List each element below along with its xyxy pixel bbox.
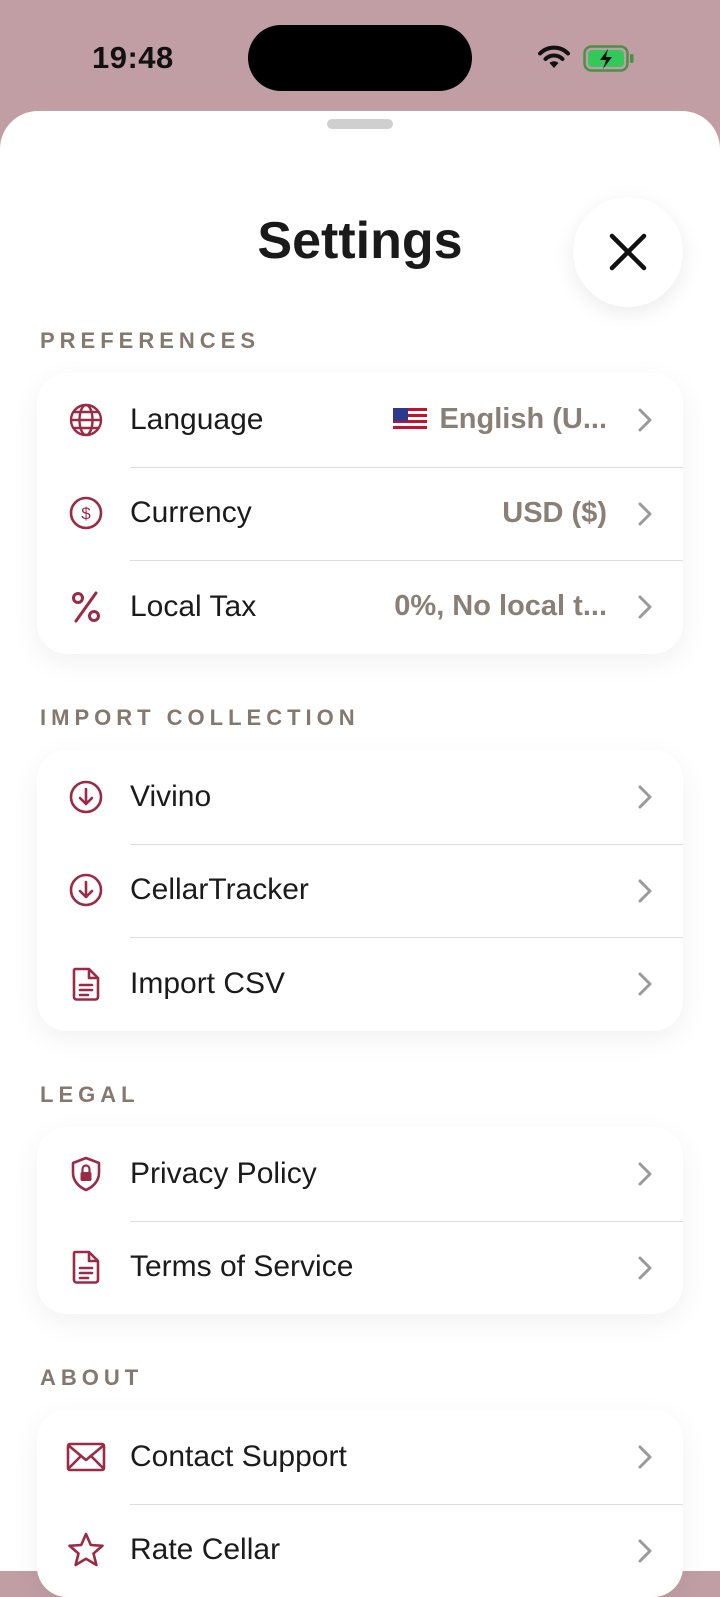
section-header-import: IMPORT COLLECTION bbox=[40, 705, 360, 731]
globe-icon bbox=[65, 399, 107, 441]
document-icon bbox=[65, 963, 107, 1005]
terms-of-service-label: Terms of Service bbox=[130, 1250, 353, 1284]
contact-support-label: Contact Support bbox=[130, 1440, 347, 1474]
envelope-icon bbox=[65, 1436, 107, 1478]
dynamic-island bbox=[248, 25, 472, 91]
star-icon bbox=[65, 1529, 107, 1571]
language-value-wrap: English (U... bbox=[393, 403, 607, 436]
svg-text:$: $ bbox=[81, 504, 91, 523]
rate-cellar-row[interactable]: Rate Cellar bbox=[37, 1504, 683, 1597]
dollar-circle-icon: $ bbox=[65, 492, 107, 534]
chevron-right-icon bbox=[637, 1255, 653, 1281]
document-icon bbox=[65, 1246, 107, 1288]
download-circle-icon bbox=[65, 776, 107, 818]
close-button[interactable] bbox=[573, 197, 683, 307]
chevron-right-icon bbox=[637, 1161, 653, 1187]
shield-lock-icon bbox=[65, 1153, 107, 1195]
local-tax-label: Local Tax bbox=[130, 590, 256, 624]
currency-label: Currency bbox=[130, 496, 252, 530]
terms-of-service-row[interactable]: Terms of Service bbox=[37, 1221, 683, 1315]
chevron-right-icon bbox=[637, 501, 653, 527]
rate-cellar-label: Rate Cellar bbox=[130, 1533, 280, 1567]
privacy-policy-row[interactable]: Privacy Policy bbox=[37, 1127, 683, 1221]
chevron-right-icon bbox=[637, 784, 653, 810]
about-card: Contact Support Rate Cellar bbox=[37, 1410, 683, 1597]
privacy-policy-label: Privacy Policy bbox=[130, 1157, 317, 1191]
vivino-label: Vivino bbox=[130, 780, 211, 814]
close-icon bbox=[608, 232, 648, 272]
section-header-about: ABOUT bbox=[40, 1365, 143, 1391]
section-header-preferences: PREFERENCES bbox=[40, 328, 260, 354]
chevron-right-icon bbox=[637, 1444, 653, 1470]
preferences-card: Language English (U... $ bbox=[37, 373, 683, 654]
chevron-right-icon bbox=[637, 1538, 653, 1564]
language-label: Language bbox=[130, 403, 263, 437]
chevron-right-icon bbox=[637, 971, 653, 997]
download-circle-icon bbox=[65, 869, 107, 911]
status-bar: 19:48 bbox=[0, 0, 720, 110]
section-header-legal: LEGAL bbox=[40, 1082, 140, 1108]
import-csv-row[interactable]: Import CSV bbox=[37, 937, 683, 1031]
import-csv-label: Import CSV bbox=[130, 967, 285, 1001]
currency-row[interactable]: $ Currency USD ($) bbox=[37, 467, 683, 561]
chevron-right-icon bbox=[637, 594, 653, 620]
us-flag-icon bbox=[393, 408, 427, 432]
language-value: English (U... bbox=[439, 403, 607, 435]
sheet-grabber[interactable] bbox=[327, 119, 393, 129]
legal-card: Privacy Policy Terms of Service bbox=[37, 1127, 683, 1314]
local-tax-value: 0%, No local t... bbox=[394, 590, 607, 623]
chevron-right-icon bbox=[637, 407, 653, 433]
contact-support-row[interactable]: Contact Support bbox=[37, 1410, 683, 1504]
battery-charging-icon bbox=[583, 45, 635, 73]
status-time: 19:48 bbox=[92, 40, 174, 76]
language-row[interactable]: Language English (U... bbox=[37, 373, 683, 467]
cellartracker-row[interactable]: CellarTracker bbox=[37, 844, 683, 938]
wifi-icon bbox=[537, 44, 571, 70]
cellartracker-label: CellarTracker bbox=[130, 873, 309, 907]
currency-value: USD ($) bbox=[502, 497, 607, 530]
local-tax-row[interactable]: Local Tax 0%, No local t... bbox=[37, 560, 683, 654]
settings-sheet: Settings PREFERENCES Language bbox=[0, 111, 720, 1571]
chevron-right-icon bbox=[637, 878, 653, 904]
percent-icon bbox=[65, 586, 107, 628]
import-card: Vivino CellarTracker bbox=[37, 750, 683, 1031]
vivino-row[interactable]: Vivino bbox=[37, 750, 683, 844]
